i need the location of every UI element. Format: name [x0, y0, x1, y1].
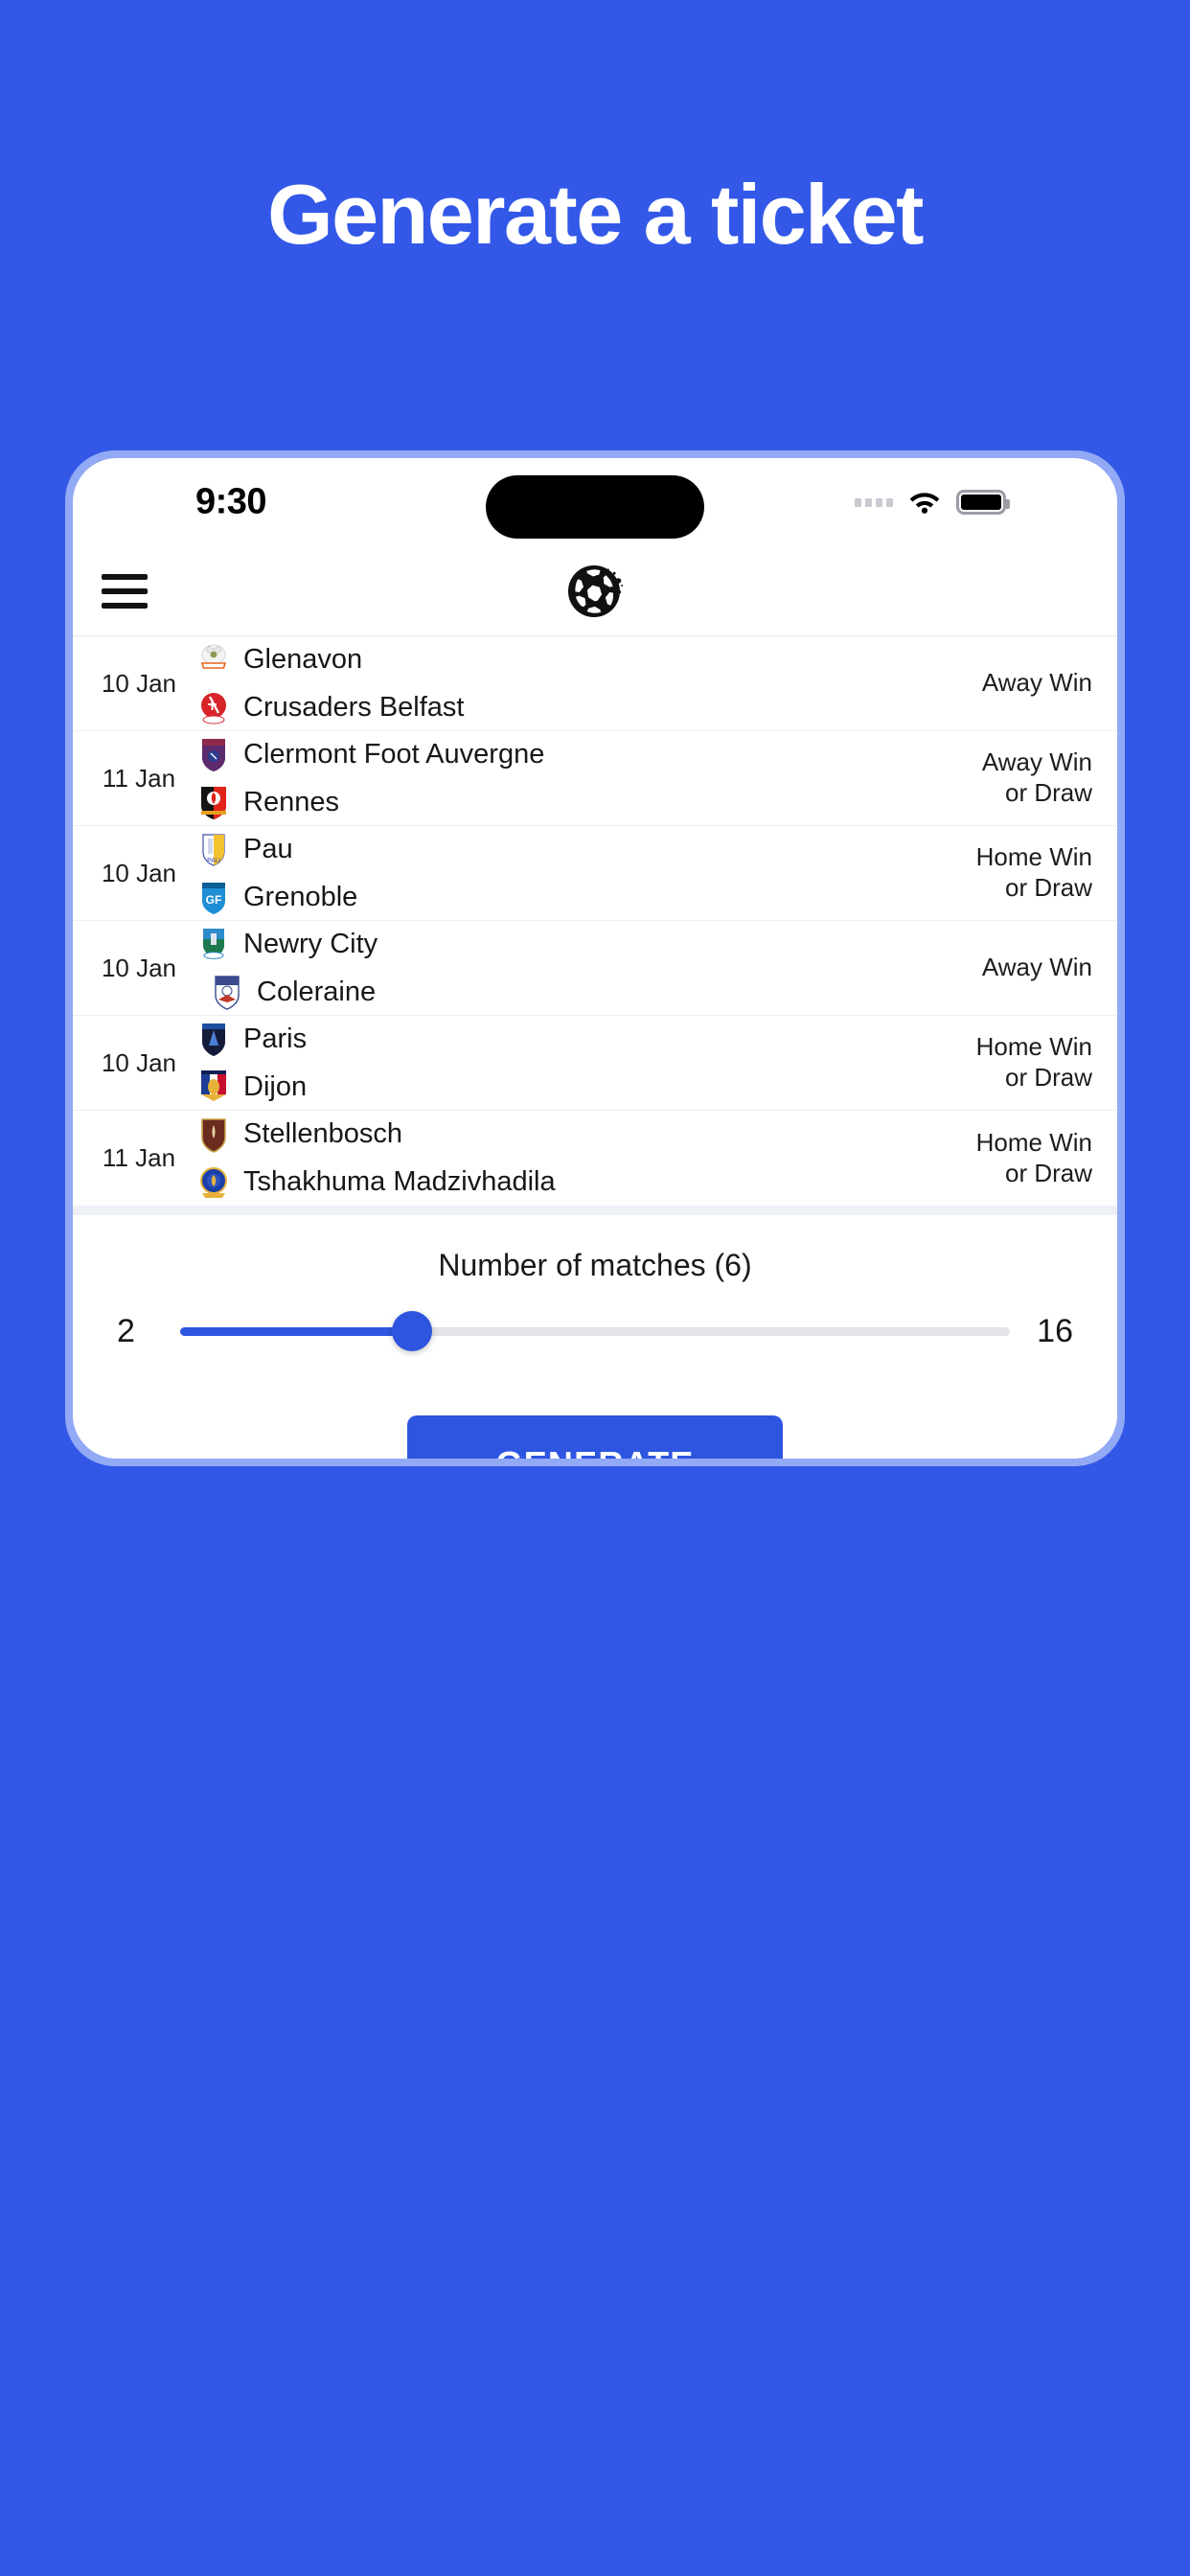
soccer-ball-logo-icon — [565, 562, 625, 621]
match-row[interactable]: 10 Jan Paris Dijon Home Win or Draw — [73, 1016, 1117, 1111]
empty-list-area — [73, 1206, 1117, 1215]
match-teams: PAU Pau GF Grenoble — [197, 831, 967, 915]
team-crest-icon — [197, 736, 230, 772]
match-row[interactable]: 11 Jan Stellenbosch Tshakhuma Madzivhadi… — [73, 1111, 1117, 1206]
away-team-line: Coleraine — [197, 974, 973, 1010]
home-team-name: Glenavon — [243, 643, 363, 675]
slider-fill — [180, 1326, 413, 1336]
phone-mockup-frame: 9:30 10 Jan Glenavon Crusaders Belfast A… — [65, 450, 1125, 1466]
page-title: Generate a ticket — [267, 167, 924, 262]
match-prediction: Home Win or Draw — [975, 1032, 1092, 1092]
away-team-line: GF Grenoble — [197, 879, 967, 915]
generate-button[interactable]: GENERATE — [407, 1415, 783, 1459]
wifi-icon — [908, 490, 941, 515]
team-crest-icon — [197, 1069, 230, 1105]
generate-button-area: GENERATE — [73, 1381, 1117, 1459]
slider-row: 2 16 — [73, 1310, 1117, 1352]
team-crest-icon — [197, 1164, 230, 1201]
page-root: Generate a ticket 9:30 10 Jan Glenavon C… — [0, 0, 1190, 2576]
away-team-name: Dijon — [243, 1070, 308, 1102]
match-date: 11 Jan — [102, 1143, 176, 1172]
match-row[interactable]: 11 Jan Clermont Foot Auvergne Rennes Awa… — [73, 731, 1117, 826]
home-team-line: PAU Pau — [197, 831, 967, 867]
status-bar: 9:30 — [73, 458, 1117, 546]
slider-max-label: 16 — [1037, 1312, 1073, 1349]
status-bar-indicators — [855, 490, 1010, 515]
home-team-name: Stellenbosch — [243, 1118, 403, 1149]
home-team-name: Pau — [243, 833, 293, 864]
away-team-name: Crusaders Belfast — [243, 691, 465, 723]
match-date: 10 Jan — [101, 668, 177, 698]
home-team-line: Glenavon — [197, 641, 973, 678]
match-row[interactable]: 10 Jan PAU Pau GF Grenoble Home Win or D… — [73, 826, 1117, 921]
home-team-line: Newry City — [197, 926, 973, 962]
slider-title: Number of matches (6) — [438, 1248, 752, 1282]
away-team-name: Coleraine — [257, 976, 377, 1007]
team-crest-icon — [197, 641, 230, 678]
match-prediction: Home Win or Draw — [975, 1127, 1092, 1187]
team-crest-icon: GF — [197, 879, 230, 915]
match-teams: Newry City Coleraine — [197, 926, 973, 1010]
svg-text:GF: GF — [206, 893, 222, 907]
away-team-line: Tshakhuma Madzivhadila — [197, 1164, 967, 1201]
match-row[interactable]: 10 Jan Newry City Coleraine Away Win — [73, 921, 1117, 1016]
match-prediction: Away Win or Draw — [981, 748, 1092, 807]
away-team-line: Crusaders Belfast — [197, 689, 973, 725]
match-list: 10 Jan Glenavon Crusaders Belfast Away W… — [73, 636, 1117, 1206]
matches-slider-panel: Number of matches (6) 2 16 — [73, 1215, 1117, 1381]
hamburger-menu-icon[interactable] — [102, 573, 148, 609]
slider-thumb[interactable] — [392, 1311, 433, 1351]
team-crest-icon: PAU — [197, 831, 230, 867]
team-crest-icon — [197, 1021, 230, 1057]
match-teams: Paris Dijon — [197, 1021, 967, 1105]
away-team-name: Grenoble — [243, 881, 358, 912]
signal-dots-icon — [855, 497, 893, 507]
status-bar-time: 9:30 — [195, 481, 267, 522]
home-team-line: Paris — [197, 1021, 967, 1057]
away-team-name: Tshakhuma Madzivhadila — [243, 1166, 556, 1197]
team-crest-icon — [197, 784, 230, 820]
svg-text:PAU: PAU — [207, 858, 220, 864]
match-prediction: Away Win — [981, 668, 1092, 698]
dynamic-island — [486, 475, 704, 539]
phone-screen: 9:30 10 Jan Glenavon Crusaders Belfast A… — [73, 458, 1117, 1459]
away-team-line: Rennes — [197, 784, 973, 820]
match-date: 10 Jan — [101, 858, 177, 887]
team-crest-icon — [197, 689, 230, 725]
home-team-line: Clermont Foot Auvergne — [197, 736, 973, 772]
match-date: 11 Jan — [102, 763, 176, 793]
home-team-line: Stellenbosch — [197, 1116, 967, 1153]
match-row[interactable]: 10 Jan Glenavon Crusaders Belfast Away W… — [73, 636, 1117, 731]
slider-min-label: 2 — [117, 1312, 135, 1349]
match-prediction: Home Win or Draw — [975, 842, 1092, 902]
home-team-name: Clermont Foot Auvergne — [243, 738, 545, 770]
home-team-name: Newry City — [243, 928, 378, 959]
away-team-line: Dijon — [197, 1069, 967, 1105]
away-team-name: Rennes — [243, 786, 339, 817]
battery-icon — [956, 490, 1010, 515]
match-teams: Stellenbosch Tshakhuma Madzivhadila — [197, 1116, 967, 1201]
team-crest-icon — [211, 974, 243, 1010]
match-teams: Glenavon Crusaders Belfast — [197, 641, 973, 725]
matches-slider[interactable] — [180, 1310, 1010, 1352]
team-crest-icon — [197, 1116, 230, 1153]
home-team-name: Paris — [243, 1023, 308, 1054]
match-prediction: Away Win — [981, 953, 1092, 982]
match-date: 10 Jan — [101, 1047, 177, 1077]
match-date: 10 Jan — [101, 953, 177, 982]
app-header — [73, 546, 1117, 636]
team-crest-icon — [197, 926, 230, 962]
match-teams: Clermont Foot Auvergne Rennes — [197, 736, 973, 820]
